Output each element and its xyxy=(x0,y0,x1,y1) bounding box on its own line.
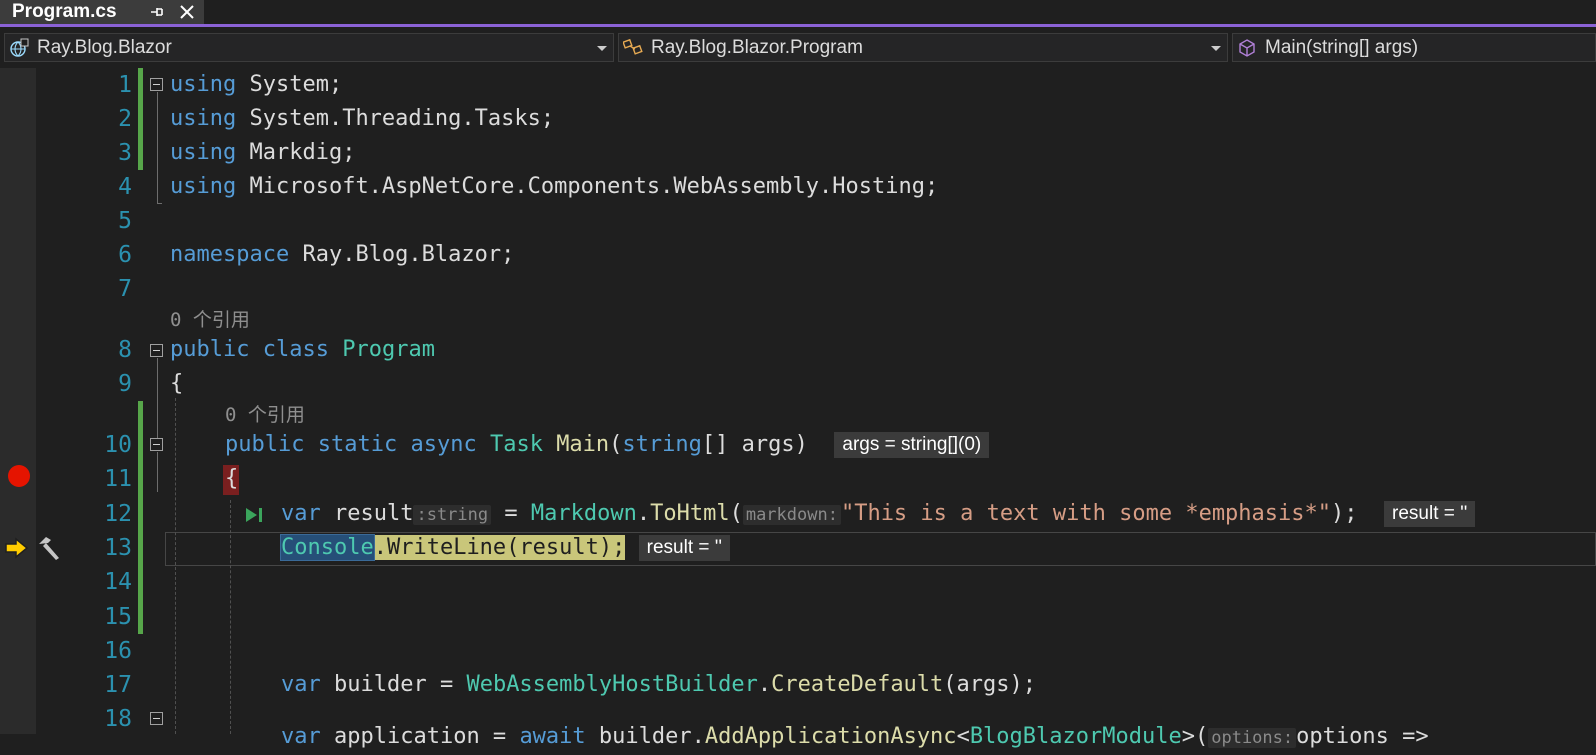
code-line: var builder = WebAssemblyHostBuilder.Cre… xyxy=(281,672,1037,697)
member-label: Main(string[] args) xyxy=(1265,37,1419,58)
chevron-down-icon xyxy=(1211,46,1221,51)
line-number: 2 xyxy=(118,106,132,132)
code-line: using Markdig; xyxy=(170,140,356,165)
tab-title: Program.cs xyxy=(12,1,117,22)
collapse-toggle[interactable] xyxy=(150,78,163,91)
line-number: 3 xyxy=(118,140,132,166)
outline-end xyxy=(157,203,162,204)
line-number: 4 xyxy=(118,174,132,200)
inline-parameter-hint: markdown: xyxy=(742,505,841,525)
collapse-toggle[interactable] xyxy=(150,712,163,725)
code-line: public class Program xyxy=(170,337,435,362)
navigation-bar: Ray.Blog.Blazor Ray.Blog.Blazor.Program … xyxy=(0,27,1596,68)
member-dropdown[interactable]: Main(string[] args) xyxy=(1232,33,1596,62)
line-number: 7 xyxy=(118,276,132,302)
close-icon[interactable] xyxy=(178,3,196,21)
current-statement-highlight: .WriteLine(result); xyxy=(373,535,626,560)
codelens-references[interactable]: 0 个引用 xyxy=(225,400,305,430)
line-number: 1 xyxy=(118,72,132,98)
collapse-toggle[interactable] xyxy=(150,344,163,357)
code-line: { xyxy=(170,371,184,396)
document-tab[interactable]: Program.cs xyxy=(0,0,204,24)
indent-guide xyxy=(230,500,231,734)
line-number: 14 xyxy=(104,569,132,595)
outline-line xyxy=(157,452,158,492)
line-number: 18 xyxy=(104,706,132,732)
line-number: 17 xyxy=(104,672,132,698)
collapse-toggle[interactable] xyxy=(150,438,163,451)
selected-word: Console xyxy=(280,534,375,561)
chevron-down-icon xyxy=(597,46,607,51)
inline-parameter-hint: options: xyxy=(1208,728,1297,748)
code-editor[interactable]: 1 2 3 4 5 6 7 8 9 10 11 12 13 14 15 16 1… xyxy=(0,68,1596,749)
method-icon xyxy=(1239,39,1255,57)
type-label: Ray.Blog.Blazor.Program xyxy=(651,37,863,58)
code-line: using System.Threading.Tasks; xyxy=(170,106,555,131)
line-number: 6 xyxy=(118,242,132,268)
code-line: using Microsoft.AspNetCore.Components.We… xyxy=(170,174,939,199)
datatip-result[interactable]: result = '' xyxy=(1384,501,1476,527)
document-tab-bar: Program.cs xyxy=(0,0,1596,24)
csharp-project-icon xyxy=(10,38,29,57)
run-to-click-icon[interactable] xyxy=(243,505,265,525)
codelens-references[interactable]: 0 个引用 xyxy=(170,305,250,335)
current-statement-arrow-icon[interactable] xyxy=(4,536,30,560)
line-number: 10 xyxy=(104,432,132,458)
line-number: 16 xyxy=(104,638,132,664)
pin-icon[interactable] xyxy=(147,3,165,21)
project-label: Ray.Blog.Blazor xyxy=(37,37,172,58)
changed-lines-bar xyxy=(138,68,143,170)
line-number: 9 xyxy=(118,371,132,397)
indicator-margin[interactable] xyxy=(0,68,36,734)
class-icon xyxy=(623,38,643,55)
code-line: var application = await builder.AddAppli… xyxy=(281,724,1429,749)
outline-line xyxy=(157,92,158,204)
code-line: { xyxy=(225,466,239,491)
datatip-args[interactable]: args = string[](0) xyxy=(834,432,990,458)
type-dropdown[interactable]: Ray.Blog.Blazor.Program xyxy=(618,33,1228,62)
code-line: public static async Task Main(string[] a… xyxy=(225,428,990,462)
line-number: 11 xyxy=(104,466,132,492)
changed-lines-bar xyxy=(138,401,143,634)
line-number: 8 xyxy=(118,337,132,363)
indent-guide xyxy=(175,398,176,734)
line-number: 13 xyxy=(104,535,132,561)
breakpoint-icon[interactable] xyxy=(7,464,31,488)
inline-type-hint: :string xyxy=(413,505,492,525)
code-line: var result:string = Markdown.ToHtml(mark… xyxy=(281,497,1476,532)
current-statement-line: Console.WriteLine(result); result = '' xyxy=(280,531,731,565)
line-number: 12 xyxy=(104,501,132,527)
project-dropdown[interactable]: Ray.Blog.Blazor xyxy=(4,33,614,62)
line-number: 5 xyxy=(118,208,132,234)
datatip-result[interactable]: result = '' xyxy=(638,535,731,561)
code-line: using System; xyxy=(170,72,343,97)
line-number: 15 xyxy=(104,604,132,630)
outline-line xyxy=(157,358,158,438)
code-line: namespace Ray.Blog.Blazor; xyxy=(170,242,515,267)
